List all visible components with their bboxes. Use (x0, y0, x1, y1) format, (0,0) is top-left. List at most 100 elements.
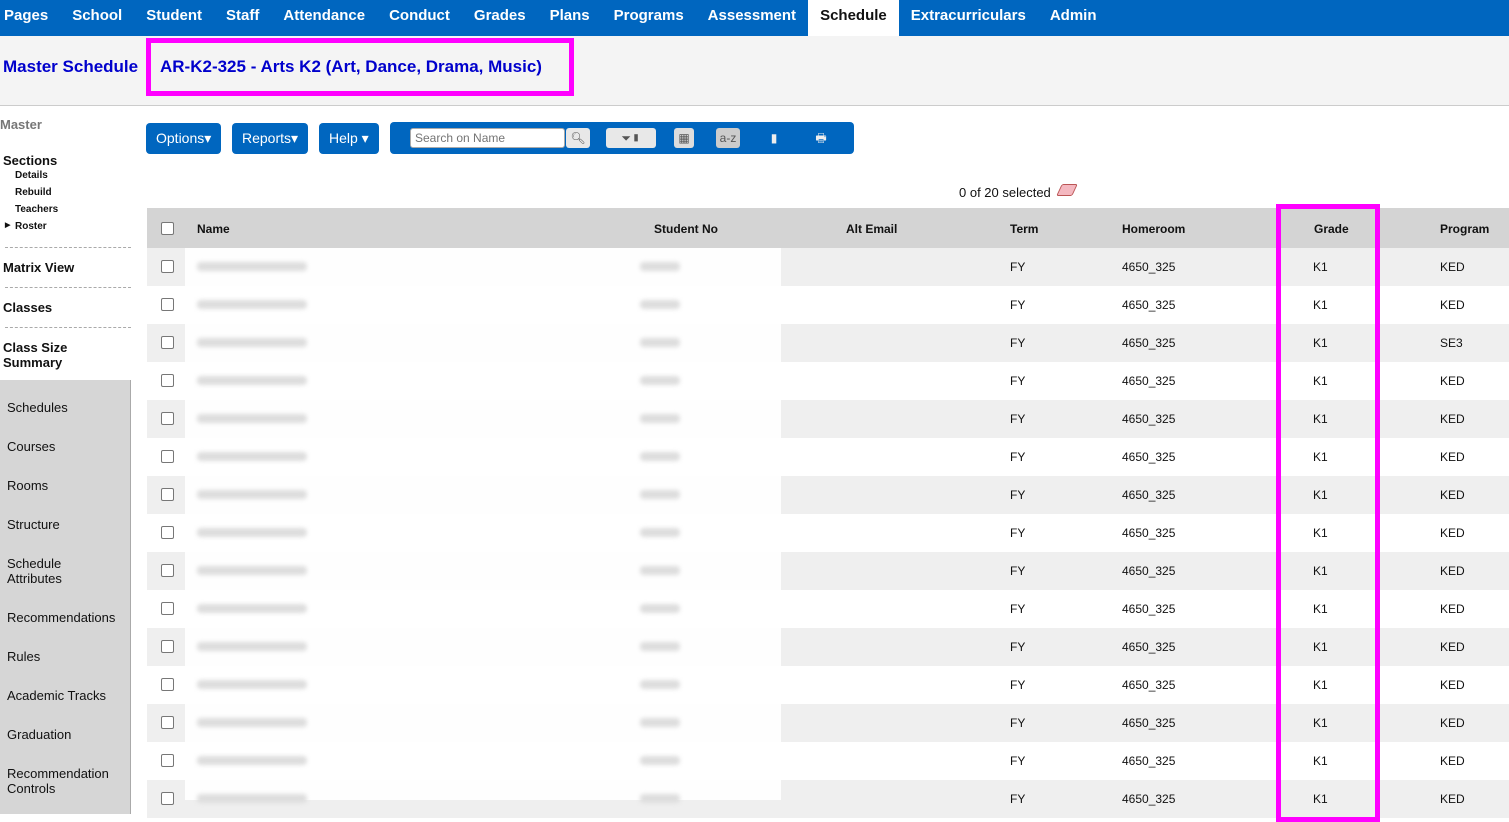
blurred-text (197, 414, 307, 423)
cell: FY (1010, 640, 1026, 654)
cell: 4650_325 (1122, 298, 1176, 312)
eraser-icon[interactable] (1056, 184, 1078, 196)
select-all-checkbox[interactable] (161, 222, 174, 235)
sidebar-courses[interactable]: Courses (7, 439, 55, 454)
sidebar-schedule-attributes[interactable]: Schedule Attributes (7, 556, 117, 586)
row-checkbox[interactable] (161, 754, 174, 767)
sidebar-class-size-summary[interactable]: Class Size Summary (3, 340, 83, 370)
sidebar-matrix-view[interactable]: Matrix View (3, 260, 74, 275)
blurred-text (640, 604, 680, 613)
nav-tab-programs[interactable]: Programs (602, 0, 696, 36)
sidebar-rebuild[interactable]: Rebuild (15, 187, 52, 198)
row-checkbox[interactable] (161, 678, 174, 691)
cell: FY (1010, 450, 1026, 464)
filter-icon[interactable]: ⏷▮ (606, 128, 656, 148)
nav-tab-extracurriculars[interactable]: Extracurriculars (899, 0, 1038, 36)
module-title[interactable]: Master Schedule (3, 57, 138, 77)
blurred-text (640, 338, 680, 347)
cell: FY (1010, 526, 1026, 540)
cell: FY (1010, 298, 1026, 312)
cell: FY (1010, 754, 1026, 768)
row-checkbox[interactable] (161, 336, 174, 349)
sidebar-graduation[interactable]: Graduation (7, 727, 71, 742)
cell: FY (1010, 260, 1026, 274)
sort-icon[interactable]: a-z (716, 128, 740, 148)
options-button[interactable]: Options▾ (146, 123, 222, 154)
row-checkbox[interactable] (161, 602, 174, 615)
cell: FY (1010, 792, 1026, 806)
nav-tab-conduct[interactable]: Conduct (377, 0, 462, 36)
grid-icon[interactable]: ▦ (674, 128, 694, 148)
cell: FY (1010, 716, 1026, 730)
blurred-text (197, 452, 307, 461)
cell: 4650_325 (1122, 792, 1176, 806)
search-input[interactable] (410, 128, 565, 148)
sidebar-recommendation-controls[interactable]: Recommendation Controls (7, 766, 117, 796)
sidebar-classes[interactable]: Classes (3, 300, 52, 315)
blurred-text (197, 604, 307, 613)
nav-tab-staff[interactable]: Staff (214, 0, 271, 36)
sidebar-rooms[interactable]: Rooms (7, 478, 48, 493)
column-header[interactable]: Homeroom (1122, 222, 1185, 236)
blurred-text (640, 528, 680, 537)
sidebar-details[interactable]: Details (15, 170, 48, 181)
chart-icon[interactable]: ▮ (766, 128, 782, 148)
blurred-text (197, 262, 307, 271)
row-checkbox[interactable] (161, 488, 174, 501)
sidebar-rules[interactable]: Rules (7, 649, 40, 664)
print-icon[interactable]: 🖶︎ (810, 128, 832, 148)
nav-tab-admin[interactable]: Admin (1038, 0, 1109, 36)
row-checkbox[interactable] (161, 640, 174, 653)
nav-tab-attendance[interactable]: Attendance (271, 0, 377, 36)
nav-tab-assessment[interactable]: Assessment (696, 0, 808, 36)
divider (5, 247, 131, 248)
cell: 4650_325 (1122, 602, 1176, 616)
column-header[interactable]: Name (197, 222, 230, 236)
blurred-text (197, 680, 307, 689)
cell: FY (1010, 678, 1026, 692)
blurred-text (640, 566, 680, 575)
page-header: Master Schedule AR-K2-325 - Arts K2 (Art… (0, 36, 1509, 106)
column-header[interactable]: Program (1440, 222, 1489, 236)
nav-tab-student[interactable]: Student (134, 0, 214, 36)
nav-tab-grades[interactable]: Grades (462, 0, 538, 36)
cell: SE3 (1440, 336, 1463, 350)
cell: 4650_325 (1122, 488, 1176, 502)
row-checkbox[interactable] (161, 412, 174, 425)
row-checkbox[interactable] (161, 260, 174, 273)
nav-tab-pages[interactable]: Pages (0, 0, 60, 36)
sidebar-teachers[interactable]: Teachers (15, 204, 58, 215)
row-checkbox[interactable] (161, 526, 174, 539)
cell: 4650_325 (1122, 336, 1176, 350)
row-checkbox[interactable] (161, 792, 174, 805)
cell: FY (1010, 602, 1026, 616)
sidebar-sections[interactable]: Sections (3, 153, 57, 168)
cell: 4650_325 (1122, 716, 1176, 730)
nav-tab-school[interactable]: School (60, 0, 134, 36)
nav-tab-schedule[interactable]: Schedule (808, 0, 899, 36)
row-checkbox[interactable] (161, 298, 174, 311)
blurred-text (197, 718, 307, 727)
row-checkbox[interactable] (161, 374, 174, 387)
blurred-text (197, 376, 307, 385)
help-button[interactable]: Help ▾ (319, 123, 379, 154)
column-header[interactable]: Term (1010, 222, 1038, 236)
row-checkbox[interactable] (161, 450, 174, 463)
nav-tab-plans[interactable]: Plans (538, 0, 602, 36)
reports-button[interactable]: Reports▾ (232, 123, 309, 154)
selection-count: 0 of 20 selected (959, 185, 1051, 200)
sidebar-recommendations[interactable]: Recommendations (7, 610, 115, 625)
sidebar-schedules[interactable]: Schedules (7, 400, 68, 415)
sidebar-academic-tracks[interactable]: Academic Tracks (7, 688, 106, 703)
cell: KED (1440, 488, 1465, 502)
cell: 4650_325 (1122, 374, 1176, 388)
column-header[interactable]: Alt Email (846, 222, 897, 236)
sidebar-roster[interactable]: Roster (15, 221, 47, 232)
blurred-text (640, 490, 680, 499)
sidebar-structure[interactable]: Structure (7, 517, 60, 532)
sidebar-gray-menu: Schedules Courses Rooms Structure Schedule A… (0, 380, 131, 814)
row-checkbox[interactable] (161, 564, 174, 577)
row-checkbox[interactable] (161, 716, 174, 729)
search-icon[interactable]: 🔍︎ (566, 128, 590, 148)
column-header[interactable]: Student No (654, 222, 718, 236)
